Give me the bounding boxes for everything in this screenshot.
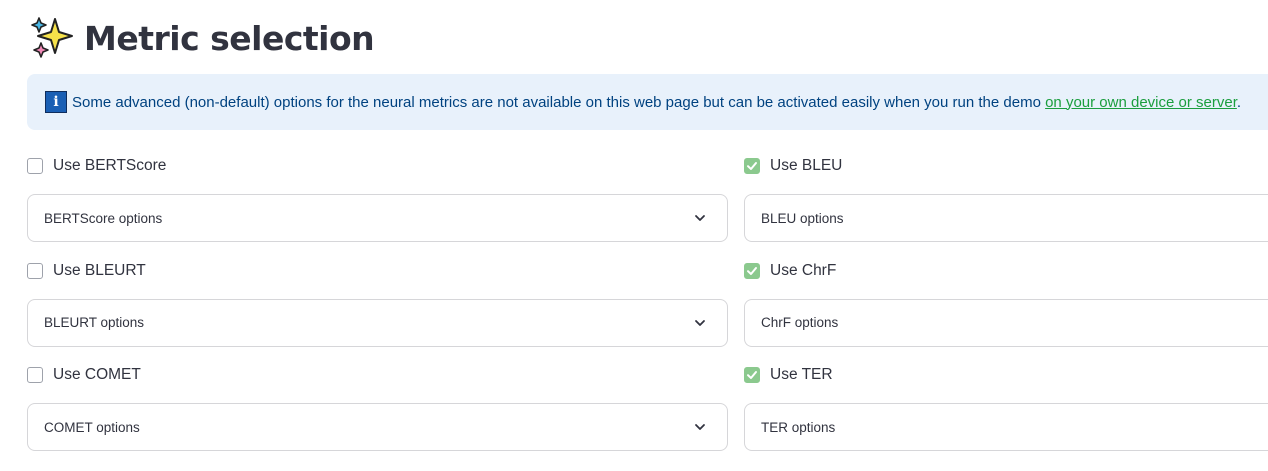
expander-label: BLEURT options <box>44 315 145 330</box>
left-metrics-column: Use BERTScore BERTScore options Use BLEU… <box>27 150 728 464</box>
info-text: Some advanced (non-default) options for … <box>72 94 1241 111</box>
checkmark-icon <box>747 266 757 275</box>
checkbox-ter[interactable]: Use TER <box>744 359 1268 391</box>
chevron-down-icon <box>695 319 705 326</box>
own-device-link[interactable]: on your own device or server <box>1045 94 1237 111</box>
chevron-down-icon <box>695 215 705 221</box>
expander-label: TER options <box>761 419 836 435</box>
expander-chrf-options[interactable]: ChrF options <box>744 298 1268 347</box>
checkbox-label[interactable]: Use BLEURT <box>53 262 146 280</box>
metric-row-bleurt: Use BLEURT BLEURT options <box>27 255 728 360</box>
chevron-down-icon <box>695 424 705 430</box>
info-suffix: . <box>1236 93 1242 111</box>
info-message: Some advanced (non-default) options for … <box>72 93 1046 111</box>
expander-label: ChrF options <box>761 315 839 330</box>
metric-row-ter: Use TER TER options <box>744 359 1268 464</box>
checkbox-comet[interactable]: Use COMET <box>27 359 728 391</box>
checkbox-label[interactable]: Use BLEU <box>770 157 842 175</box>
checkmark-icon <box>747 162 757 170</box>
checkbox-box[interactable] <box>27 262 43 279</box>
sparkles-icon <box>31 17 73 58</box>
checkbox-box[interactable] <box>27 367 43 383</box>
checkmark-icon <box>747 371 757 379</box>
checkbox-chrf[interactable]: Use ChrF <box>744 255 1268 287</box>
checkbox-label[interactable]: Use COMET <box>53 366 141 384</box>
expander-label: COMET options <box>44 419 140 435</box>
expander-comet-options[interactable]: COMET options <box>27 403 728 451</box>
checkbox-bertscore[interactable]: Use BERTScore <box>27 150 728 182</box>
right-metrics-column: Use BLEU BLEU options Use ChrF ChrF opti… <box>744 150 1268 464</box>
checkbox-label[interactable]: Use TER <box>770 366 833 384</box>
checkbox-bleurt[interactable]: Use BLEURT <box>27 255 728 287</box>
checkbox-box-checked[interactable] <box>744 367 760 383</box>
expander-bleu-options[interactable]: BLEU options <box>744 194 1268 242</box>
page-header: Metric selection <box>28 14 375 62</box>
expander-bleurt-options[interactable]: BLEURT options <box>27 298 728 347</box>
page-title: Metric selection <box>84 18 375 58</box>
checkbox-label[interactable]: Use ChrF <box>770 262 836 280</box>
checkbox-bleu[interactable]: Use BLEU <box>744 150 1268 182</box>
checkbox-label[interactable]: Use BERTScore <box>53 157 166 175</box>
information-icon: i <box>45 91 67 113</box>
checkbox-box-checked[interactable] <box>744 158 760 174</box>
checkbox-box-checked[interactable] <box>744 262 760 279</box>
info-alert: i Some advanced (non-default) options fo… <box>27 74 1268 130</box>
checkbox-box[interactable] <box>27 158 43 174</box>
metric-row-bertscore: Use BERTScore BERTScore options <box>27 150 728 255</box>
metric-row-comet: Use COMET COMET options <box>27 359 728 464</box>
expander-label: BERTScore options <box>44 210 163 226</box>
expander-ter-options[interactable]: TER options <box>744 403 1268 451</box>
expander-label: BLEU options <box>761 210 844 226</box>
metric-row-chrf: Use ChrF ChrF options <box>744 255 1268 360</box>
expander-bertscore-options[interactable]: BERTScore options <box>27 194 728 242</box>
metric-row-bleu: Use BLEU BLEU options <box>744 150 1268 255</box>
